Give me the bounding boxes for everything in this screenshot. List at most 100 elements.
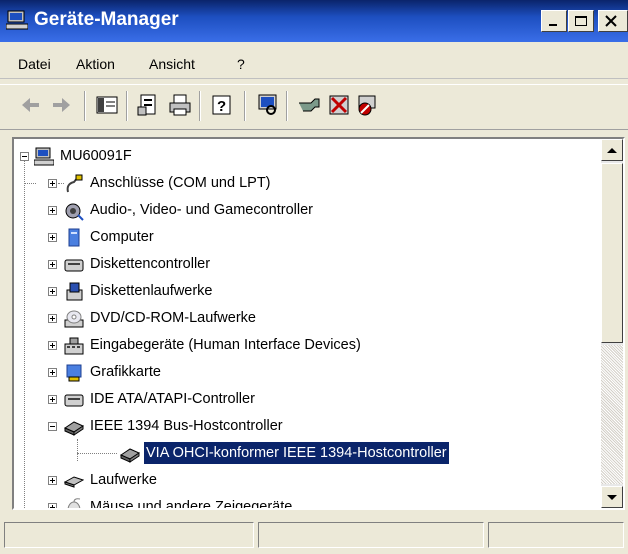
svg-text:?: ? — [217, 98, 226, 115]
title-bar[interactable]: Geräte-Manager — [0, 0, 628, 42]
cdrom-icon — [64, 310, 84, 328]
toolbar: ? — [0, 84, 628, 130]
tree-connector — [24, 183, 36, 185]
close-button[interactable] — [598, 10, 628, 32]
scrollbar-thumb[interactable] — [601, 163, 623, 343]
scroll-down-button[interactable] — [601, 486, 623, 508]
update-driver-icon[interactable] — [297, 93, 321, 117]
status-pane — [258, 522, 484, 548]
arrow-down-icon — [607, 495, 617, 500]
collapse-toggle[interactable] — [20, 152, 29, 161]
minimize-button[interactable] — [541, 10, 567, 32]
status-pane — [4, 522, 254, 548]
display-adapter-icon — [66, 364, 82, 382]
disable-icon[interactable] — [355, 93, 379, 117]
collapse-toggle[interactable] — [48, 422, 57, 431]
expand-toggle[interactable] — [48, 395, 57, 404]
minimize-icon — [549, 24, 557, 26]
tree-item-label: Grafikkarte — [90, 364, 161, 380]
menu-ansicht[interactable]: Ansicht — [149, 56, 195, 72]
tree-item[interactable]: IDE ATA/ATAPI-Controller — [14, 386, 594, 413]
menu-help[interactable]: ? — [237, 56, 245, 72]
menu-datei[interactable]: Datei — [18, 56, 51, 72]
tree-connector — [77, 453, 117, 455]
floppy-drive-icon — [66, 282, 83, 301]
ide-controller-icon — [64, 394, 84, 407]
tree-item[interactable]: Diskettencontroller — [14, 251, 594, 278]
tree-item[interactable]: Grafikkarte — [14, 359, 594, 386]
status-pane — [488, 522, 624, 548]
show-hide-tree-icon[interactable] — [95, 93, 119, 117]
tree-item-label: Audio-, Video- und Gamecontroller — [90, 202, 313, 218]
tree-item-label: Computer — [90, 229, 154, 245]
arrow-up-icon — [607, 148, 617, 153]
tree-item-expanded[interactable]: IEEE 1394 Bus-Hostcontroller — [14, 413, 594, 440]
tree-item[interactable]: Diskettenlaufwerke — [14, 278, 594, 305]
expand-toggle[interactable] — [48, 503, 57, 508]
tree-root[interactable]: MU60091F — [14, 143, 594, 170]
toolbar-separator — [126, 91, 128, 121]
expand-toggle[interactable] — [48, 179, 57, 188]
audio-icon — [65, 203, 84, 221]
scroll-up-button[interactable] — [601, 139, 623, 161]
tree-item-label: Diskettencontroller — [90, 256, 211, 272]
ieee1394-device-icon — [120, 448, 140, 463]
expand-toggle[interactable] — [48, 260, 57, 269]
port-icon — [66, 174, 83, 193]
toolbar-separator — [244, 91, 246, 121]
vertical-scrollbar[interactable] — [601, 139, 623, 508]
forward-icon[interactable] — [50, 93, 74, 117]
tree-item-label: Eingabegeräte (Human Interface Devices) — [90, 337, 361, 353]
device-tree[interactable]: MU60091F Anschlüsse (COM und LPT) Audio-… — [12, 137, 625, 510]
tree-item-label: Diskettenlaufwerke — [90, 283, 213, 299]
expand-toggle[interactable] — [48, 476, 57, 485]
tree-item[interactable]: Laufwerke — [14, 467, 594, 494]
tree-item[interactable]: Mäuse und andere Zeigegeräte — [14, 494, 594, 510]
print-icon[interactable] — [168, 93, 192, 117]
tree-child-item[interactable]: VIA OHCI-konformer IEEE 1394-Hostcontrol… — [14, 440, 594, 467]
tree-item-label: Anschlüsse (COM und LPT) — [90, 175, 271, 191]
toolbar-separator — [84, 91, 86, 121]
menu-bar: Datei Aktion Ansicht ? — [0, 46, 628, 79]
maximize-button[interactable] — [568, 10, 594, 32]
selected-tree-item-label: VIA OHCI-konformer IEEE 1394-Hostcontrol… — [143, 441, 450, 465]
expand-toggle[interactable] — [48, 314, 57, 323]
expand-toggle[interactable] — [48, 341, 57, 350]
tree-item[interactable]: Eingabegeräte (Human Interface Devices) — [14, 332, 594, 359]
expand-toggle[interactable] — [48, 368, 57, 377]
scrollbar-track[interactable] — [601, 345, 623, 484]
toolbar-separator — [286, 91, 288, 121]
floppy-controller-icon — [64, 259, 84, 272]
ieee1394-icon — [64, 421, 84, 436]
tree-item-label: IEEE 1394 Bus-Hostcontroller — [90, 418, 283, 434]
tree-root-label: MU60091F — [60, 148, 132, 164]
tree-item[interactable]: DVD/CD-ROM-Laufwerke — [14, 305, 594, 332]
tree-item-label: DVD/CD-ROM-Laufwerke — [90, 310, 256, 326]
tree-item-label: Laufwerke — [90, 472, 157, 488]
computer-root-icon — [34, 147, 54, 166]
tree-item-label: IDE ATA/ATAPI-Controller — [90, 391, 255, 407]
tree-item-label: Mäuse und andere Zeigegeräte — [90, 499, 293, 510]
expand-toggle[interactable] — [48, 206, 57, 215]
window-title: Geräte-Manager — [34, 9, 179, 30]
menu-aktion[interactable]: Aktion — [76, 56, 115, 72]
expand-toggle[interactable] — [48, 233, 57, 242]
maximize-icon — [575, 16, 587, 26]
status-bar — [0, 516, 628, 554]
back-icon[interactable] — [18, 93, 42, 117]
toolbar-separator — [199, 91, 201, 121]
help-icon[interactable]: ? — [210, 93, 234, 117]
properties-icon[interactable] — [137, 93, 161, 117]
tree-item[interactable]: Audio-, Video- und Gamecontroller — [14, 197, 594, 224]
mouse-icon — [67, 498, 81, 508]
device-manager-window: Geräte-Manager Datei Aktion Ansicht ? ? — [0, 0, 628, 554]
uninstall-icon[interactable] — [327, 93, 351, 117]
expand-toggle[interactable] — [48, 287, 57, 296]
disk-drive-icon — [64, 476, 84, 488]
computer-icon — [68, 228, 80, 247]
device-manager-app-icon — [6, 10, 28, 30]
tree-item[interactable]: Computer — [14, 224, 594, 251]
scan-hardware-icon[interactable] — [256, 93, 280, 117]
tree-item[interactable]: Anschlüsse (COM und LPT) — [14, 170, 594, 197]
hid-icon — [64, 337, 84, 355]
